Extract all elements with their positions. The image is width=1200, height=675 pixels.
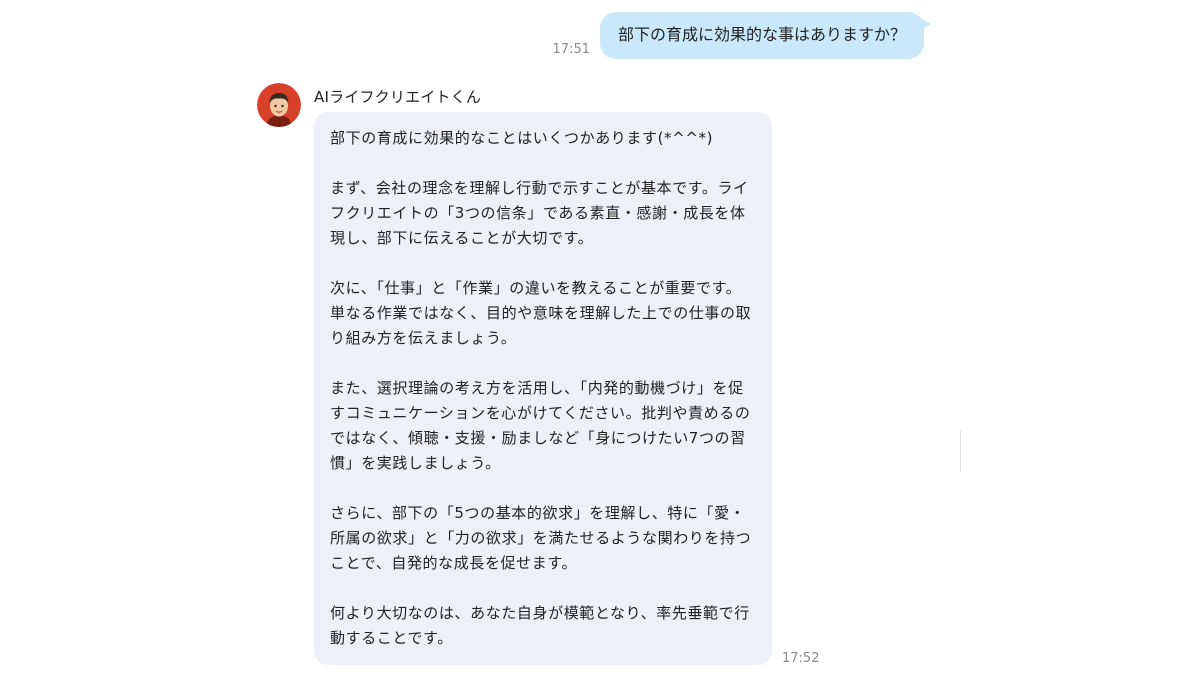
bot-message-paragraph: また、選択理論の考え方を活用し、「内発的動機づけ」を促すコミュニケーションを心が… — [330, 379, 751, 472]
bot-message-paragraph: まず、会社の理念を理解し行動で示すことが基本です。ライフクリエイトの「3つの信条… — [330, 179, 749, 247]
bot-message-time: 17:52 — [782, 651, 820, 666]
user-message-time: 17:51 — [552, 42, 590, 57]
avatar-face-icon[interactable] — [257, 83, 301, 127]
user-message: 17:51 部下の育成に効果的な事はありますか？ — [552, 12, 932, 59]
bot-message-paragraph: 次に、「仕事」と「作業」の違いを教えることが重要です。単なる作業ではなく、目的や… — [330, 279, 752, 347]
bot-message-paragraph: さらに、部下の「5つの基本的欲求」を理解し、特に「愛・所属の欲求」と「力の欲求」… — [330, 504, 752, 572]
bot-name: AIライフクリエイトくん — [314, 88, 482, 106]
bot-message-paragraph: 何より大切なのは、あなた自身が模範となり、率先垂範で行動することです。 — [330, 604, 750, 647]
bot-message-paragraph: 部下の育成に効果的なことはいくつかあります(*^^*) — [330, 129, 714, 147]
user-message-bubble: 部下の育成に効果的な事はありますか？ — [599, 12, 932, 59]
bot-message-bubble: 部下の育成に効果的なことはいくつかあります(*^^*) まず、会社の理念を理解し… — [314, 112, 772, 665]
divider — [960, 430, 961, 472]
